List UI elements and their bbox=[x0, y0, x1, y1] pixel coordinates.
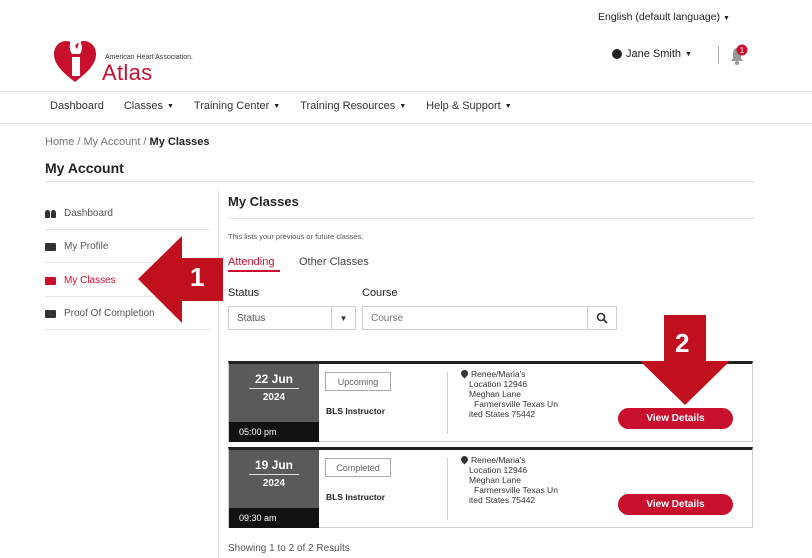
tab-attending[interactable]: Attending bbox=[228, 256, 274, 268]
location-line: Location 12946 bbox=[469, 465, 528, 475]
nav-classes[interactable]: Classes ▼ bbox=[124, 100, 174, 112]
nav-top-border bbox=[0, 91, 812, 92]
course-name: BLS Instructor bbox=[326, 406, 386, 416]
class-time: 05:00 pm bbox=[229, 422, 319, 442]
date-divider bbox=[249, 474, 299, 475]
language-label: English (default language) bbox=[598, 11, 721, 23]
class-year: 2024 bbox=[262, 478, 286, 489]
class-time: 09:30 am bbox=[229, 508, 319, 528]
annotation-arrow-1 bbox=[138, 236, 223, 323]
class-year: 2024 bbox=[262, 392, 286, 403]
course-name: BLS Instructor bbox=[326, 492, 386, 502]
breadcrumb-home[interactable]: Home bbox=[45, 136, 74, 148]
class-date-box: 19 Jun 2024 09:30 am bbox=[229, 450, 319, 528]
sidebar-item-label: Dashboard bbox=[64, 208, 113, 219]
chevron-down-icon: ▼ bbox=[504, 102, 512, 110]
chevron-down-icon: ▼ bbox=[166, 102, 174, 110]
breadcrumb-current: My Classes bbox=[149, 136, 210, 148]
class-day-month: 22 Jun bbox=[254, 372, 293, 386]
location-line: Renee/Maria's bbox=[471, 369, 526, 379]
view-details-button[interactable]: View Details bbox=[618, 494, 733, 515]
location-line: Renee/Maria's bbox=[471, 455, 526, 465]
results-count: Showing 1 to 2 of 2 Results bbox=[228, 543, 350, 554]
user-name: Jane Smith bbox=[626, 48, 682, 60]
bell-icon[interactable]: 1 bbox=[727, 44, 749, 66]
language-selector[interactable]: English (default language) ▼ bbox=[598, 11, 730, 23]
title-divider bbox=[45, 181, 755, 182]
id-card-icon bbox=[45, 242, 56, 251]
id-card-icon bbox=[45, 276, 56, 285]
location-line: Farmersville Texas Un bbox=[474, 399, 558, 409]
breadcrumb-separator: / bbox=[74, 136, 84, 148]
nav-label: Help & Support bbox=[426, 100, 501, 112]
search-button[interactable] bbox=[587, 306, 617, 330]
nav-label: Classes bbox=[123, 100, 163, 112]
status-select[interactable]: Status ▼ bbox=[228, 306, 356, 330]
class-location: Renee/Maria's Location 12946 Meghan Lane… bbox=[459, 454, 558, 505]
heart-torch-logo-icon[interactable] bbox=[52, 36, 98, 84]
active-tab-underline bbox=[228, 270, 280, 272]
nav-training-center[interactable]: Training Center ▼ bbox=[194, 100, 280, 112]
chevron-down-icon: ▼ bbox=[399, 102, 407, 110]
section-intro: This lists your previous or future class… bbox=[228, 232, 364, 241]
class-date-box: 22 Jun 2024 05:00 pm bbox=[229, 364, 319, 442]
nav-label: Training Center bbox=[193, 100, 270, 112]
page-title: My Account bbox=[45, 160, 124, 176]
location-line: Farmersville Texas Un bbox=[474, 485, 558, 495]
class-location: Renee/Maria's Location 12946 Meghan Lane… bbox=[459, 368, 558, 419]
class-card: 19 Jun 2024 09:30 am Completed BLS Instr… bbox=[228, 447, 753, 528]
header-divider bbox=[718, 46, 719, 64]
sidebar-item-dashboard[interactable]: Dashboard bbox=[45, 208, 210, 230]
chevron-down-icon: ▼ bbox=[273, 102, 281, 110]
date-divider bbox=[249, 388, 299, 389]
chevron-down-icon: ▼ bbox=[685, 50, 692, 58]
card-divider bbox=[447, 458, 448, 520]
section-title: My Classes bbox=[228, 194, 299, 209]
location-line: ited States 75442 bbox=[469, 495, 536, 505]
status-filter-label: Status bbox=[228, 287, 260, 299]
location-pin-icon bbox=[459, 368, 470, 379]
class-day-month: 19 Jun bbox=[254, 458, 293, 472]
nav-label: Training Resources bbox=[300, 100, 396, 112]
user-icon bbox=[612, 49, 622, 59]
course-filter-label: Course bbox=[362, 287, 398, 299]
people-icon bbox=[45, 209, 56, 218]
view-details-button[interactable]: View Details bbox=[618, 408, 733, 429]
nav-label: Dashboard bbox=[50, 100, 104, 112]
location-line: ited States 75442 bbox=[469, 409, 536, 419]
nav-dashboard[interactable]: Dashboard bbox=[50, 100, 104, 112]
location-line: Meghan Lane bbox=[469, 475, 521, 485]
status-select-value: Status bbox=[237, 312, 266, 324]
tab-other-classes[interactable]: Other Classes bbox=[299, 256, 369, 268]
user-menu[interactable]: Jane Smith ▼ bbox=[612, 48, 692, 60]
nav-bottom-border bbox=[0, 123, 812, 124]
location-line: Location 12946 bbox=[469, 379, 528, 389]
notification-badge: 1 bbox=[740, 46, 745, 55]
brand-name: Atlas bbox=[102, 60, 153, 85]
chevron-down-icon: ▼ bbox=[723, 15, 730, 22]
card-divider bbox=[447, 372, 448, 434]
main-nav: Dashboard Classes ▼ Training Center ▼ Trai… bbox=[50, 100, 532, 112]
breadcrumb-separator: / bbox=[140, 136, 150, 148]
status-badge: Upcoming bbox=[325, 372, 391, 391]
breadcrumb-account[interactable]: My Account bbox=[84, 136, 141, 148]
sidebar-item-label: My Profile bbox=[64, 241, 109, 252]
location-pin-icon bbox=[459, 454, 470, 465]
breadcrumb: Home / My Account / My Classes bbox=[45, 136, 209, 148]
sidebar-item-label: My Classes bbox=[64, 275, 116, 286]
nav-help-support[interactable]: Help & Support ▼ bbox=[426, 100, 512, 112]
section-divider bbox=[228, 218, 755, 219]
annotation-number-2: 2 bbox=[675, 328, 690, 358]
status-badge: Completed bbox=[325, 458, 391, 477]
chevron-down-icon: ▼ bbox=[331, 307, 355, 329]
annotation-number-1: 1 bbox=[190, 262, 205, 292]
search-icon bbox=[596, 312, 608, 324]
id-card-icon bbox=[45, 309, 56, 318]
nav-training-resources[interactable]: Training Resources ▼ bbox=[300, 100, 406, 112]
course-search-input[interactable] bbox=[362, 306, 588, 330]
location-line: Meghan Lane bbox=[469, 389, 521, 399]
